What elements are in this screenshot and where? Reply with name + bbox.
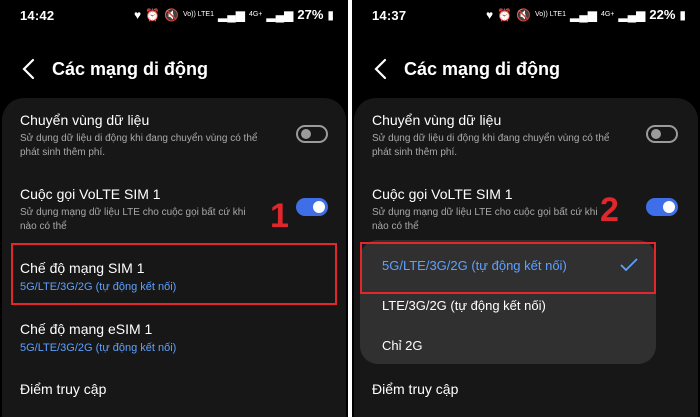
battery-icon: ▮	[679, 7, 686, 22]
data-roaming-toggle[interactable]	[296, 125, 328, 143]
setting-access-point[interactable]: Điểm truy cập	[20, 381, 328, 397]
signal-icon: ▂▄▆	[217, 7, 245, 22]
menu-option-2g-only[interactable]: Chỉ 2G	[382, 338, 422, 353]
battery-icon: ▮	[327, 7, 334, 22]
setting-label: Cuộc gọi VoLTE SIM 1	[372, 186, 513, 202]
setting-label: Chế độ mạng eSIM 1	[20, 321, 153, 337]
menu-option-lte-auto[interactable]: LTE/3G/2G (tự động kết nối)	[382, 298, 546, 313]
volte-sim1-toggle[interactable]	[296, 198, 328, 216]
heart-icon: ♥	[133, 7, 142, 22]
step-number: 2	[600, 191, 619, 229]
setting-description: Sử dụng mạng dữ liệu LTE cho cuộc gọi bấ…	[372, 207, 598, 232]
setting-access-point[interactable]: Điểm truy cập	[372, 381, 680, 397]
heart-icon: ♥	[485, 7, 494, 22]
mute-icon: 🔇	[164, 7, 179, 22]
status-icons: ♥ ⏰ 🔇 Vo)) LTE1 ▂▄▆ 4G+ ▂▄▆ 27% ▮	[134, 7, 334, 22]
back-arrow-icon[interactable]	[372, 57, 390, 81]
screen-header: Các mạng di động	[352, 55, 700, 85]
signal-icon-2: ▂▄▆	[618, 7, 646, 22]
setting-data-roaming[interactable]: Chuyển vùng dữ liệu Sử dụng dữ liệu di đ…	[372, 112, 680, 160]
phone-screen-right: 14:37 ♥ ⏰ 🔇 Vo)) LTE1 ▂▄▆ 4G+ ▂▄▆ 22% ▮ …	[352, 0, 700, 417]
highlight-box	[360, 242, 656, 294]
battery-percent: 27%	[297, 7, 324, 22]
volte-sim1-toggle[interactable]	[646, 198, 678, 216]
mute-icon: 🔇	[516, 7, 531, 22]
setting-description: Sử dụng dữ liệu di động khi đang chuyển …	[372, 133, 610, 158]
setting-label: Chuyển vùng dữ liệu	[20, 112, 150, 128]
page-title: Các mạng di động	[404, 59, 561, 79]
volte-icon: Vo)) LTE1	[182, 11, 214, 18]
back-arrow-icon[interactable]	[20, 57, 38, 81]
network-type-icon: 4G+	[600, 11, 615, 18]
setting-network-mode-esim1[interactable]: Chế độ mạng eSIM 1 5G/LTE/3G/2G (tự động…	[20, 321, 328, 354]
setting-value: 5G/LTE/3G/2G (tự động kết nối)	[20, 342, 177, 354]
status-bar: 14:37 ♥ ⏰ 🔇 Vo)) LTE1 ▂▄▆ 4G+ ▂▄▆ 22% ▮	[352, 6, 700, 26]
phone-screen-left: 14:42 ♥ ⏰ 🔇 Vo)) LTE1 ▂▄▆ 4G+ ▂▄▆ 27% ▮ …	[0, 0, 348, 417]
screen-header: Các mạng di động	[0, 55, 348, 85]
volte-icon: Vo)) LTE1	[534, 11, 566, 18]
status-time: 14:42	[20, 8, 55, 23]
signal-icon-2: ▂▄▆	[266, 7, 294, 22]
status-bar: 14:42 ♥ ⏰ 🔇 Vo)) LTE1 ▂▄▆ 4G+ ▂▄▆ 27% ▮	[0, 6, 348, 26]
setting-label: Điểm truy cập	[372, 381, 459, 397]
highlight-box	[11, 243, 337, 305]
battery-percent: 22%	[649, 7, 676, 22]
setting-label: Chuyển vùng dữ liệu	[372, 112, 502, 128]
setting-description: Sử dụng mạng dữ liệu LTE cho cuộc gọi bấ…	[20, 207, 246, 232]
setting-volte-sim1[interactable]: Cuộc gọi VoLTE SIM 1 Sử dụng mạng dữ liệ…	[372, 186, 680, 234]
network-type-icon: 4G+	[248, 11, 263, 18]
setting-data-roaming[interactable]: Chuyển vùng dữ liệu Sử dụng dữ liệu di đ…	[20, 112, 328, 160]
setting-label: Điểm truy cập	[20, 381, 107, 397]
alarm-icon: ⏰	[497, 7, 513, 22]
data-roaming-toggle[interactable]	[646, 125, 678, 143]
signal-icon: ▂▄▆	[569, 7, 597, 22]
alarm-icon: ⏰	[145, 7, 161, 22]
page-title: Các mạng di động	[52, 59, 209, 79]
status-icons: ♥ ⏰ 🔇 Vo)) LTE1 ▂▄▆ 4G+ ▂▄▆ 22% ▮	[486, 7, 686, 22]
step-number: 1	[270, 197, 289, 235]
setting-description: Sử dụng dữ liệu di động khi đang chuyển …	[20, 133, 258, 158]
status-time: 14:37	[372, 8, 407, 23]
